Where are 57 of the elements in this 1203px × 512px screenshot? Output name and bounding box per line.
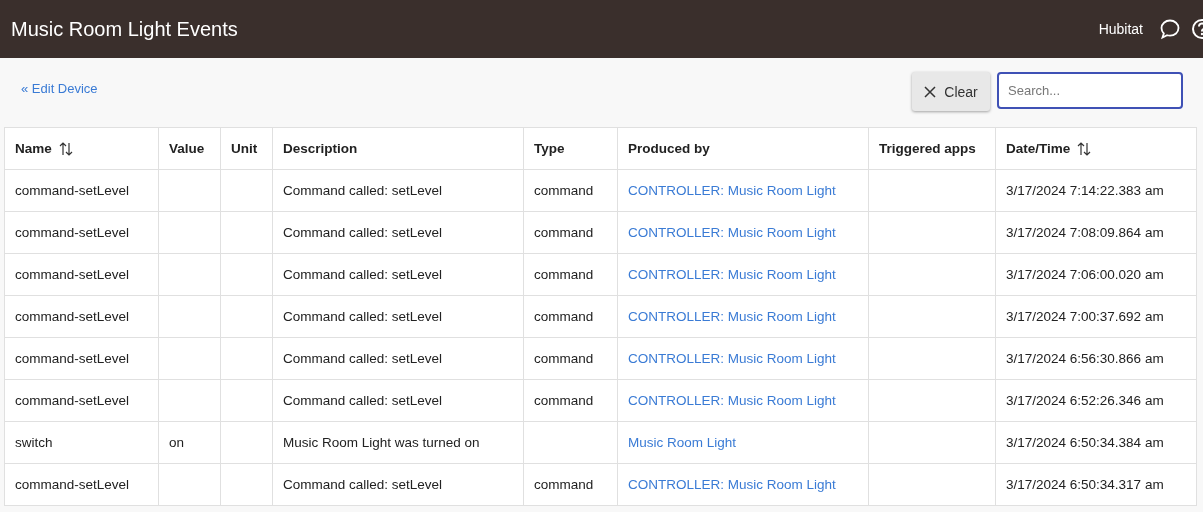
table-cell: command-setLevel	[4, 253, 159, 296]
producer-link[interactable]: CONTROLLER: Music Room Light	[617, 253, 869, 296]
table-cell: 3/17/2024 7:06:00.020 am	[995, 253, 1197, 296]
table-cell: command	[523, 169, 618, 212]
table-cell: Music Room Light was turned on	[272, 421, 524, 464]
table-cell: command-setLevel	[4, 295, 159, 338]
table-cell: command	[523, 463, 618, 506]
column-header: Triggered apps	[868, 127, 996, 170]
table-cell: 3/17/2024 6:52:26.346 am	[995, 379, 1197, 422]
table-cell: switch	[4, 421, 159, 464]
table-cell: command-setLevel	[4, 211, 159, 254]
table-cell: command-setLevel	[4, 379, 159, 422]
column-header: Type	[523, 127, 618, 170]
table-cell: Command called: setLevel	[272, 211, 524, 254]
page-title: Music Room Light Events	[11, 17, 238, 41]
table-cell: command	[523, 295, 618, 338]
table-cell: Command called: setLevel	[272, 463, 524, 506]
table-cell: command-setLevel	[4, 169, 159, 212]
column-header[interactable]: Date/Time	[995, 127, 1197, 170]
column-header: Value	[158, 127, 221, 170]
sort-icon[interactable]	[57, 140, 74, 157]
table-cell: 3/17/2024 6:56:30.866 am	[995, 337, 1197, 380]
table-cell: on	[158, 421, 221, 464]
table-cell: command	[523, 253, 618, 296]
column-header[interactable]: Name	[4, 127, 159, 170]
table-cell: Command called: setLevel	[272, 379, 524, 422]
table-cell: command	[523, 337, 618, 380]
table-cell: 3/17/2024 6:50:34.317 am	[995, 463, 1197, 506]
table-cell: 3/17/2024 7:14:22.383 am	[995, 169, 1197, 212]
column-header: Produced by	[617, 127, 869, 170]
table-cell: command	[523, 211, 618, 254]
clear-button[interactable]: Clear	[912, 72, 990, 111]
table-cell: 3/17/2024 7:08:09.864 am	[995, 211, 1197, 254]
chat-icon[interactable]	[1159, 18, 1181, 40]
table-cell: command-setLevel	[4, 337, 159, 380]
table-cell: Command called: setLevel	[272, 295, 524, 338]
hub-name[interactable]: Hubitat	[1098, 21, 1143, 37]
table-cell: Command called: setLevel	[272, 337, 524, 380]
sort-icon[interactable]	[1076, 140, 1093, 157]
producer-link[interactable]: CONTROLLER: Music Room Light	[617, 337, 869, 380]
producer-link[interactable]: CONTROLLER: Music Room Light	[617, 169, 869, 212]
table-cell: 3/17/2024 7:00:37.692 am	[995, 295, 1197, 338]
table-cell: 3/17/2024 6:50:34.384 am	[995, 421, 1197, 464]
table-cell: Command called: setLevel	[272, 253, 524, 296]
table-cell: command	[523, 379, 618, 422]
producer-link[interactable]: CONTROLLER: Music Room Light	[617, 295, 869, 338]
table-cell: command-setLevel	[4, 463, 159, 506]
table-cell: Command called: setLevel	[272, 169, 524, 212]
producer-link[interactable]: CONTROLLER: Music Room Light	[617, 463, 869, 506]
edit-device-link[interactable]: « Edit Device	[21, 81, 98, 127]
close-icon	[924, 85, 937, 98]
producer-link[interactable]: Music Room Light	[617, 421, 869, 464]
search-field[interactable]: Search...	[997, 72, 1183, 109]
producer-link[interactable]: CONTROLLER: Music Room Light	[617, 379, 869, 422]
column-header: Unit	[220, 127, 273, 170]
column-header: Description	[272, 127, 524, 170]
producer-link[interactable]: CONTROLLER: Music Room Light	[617, 211, 869, 254]
